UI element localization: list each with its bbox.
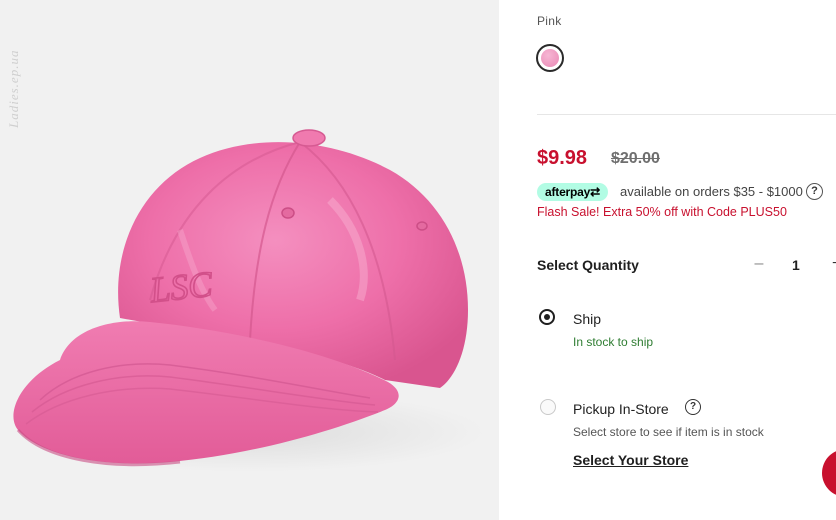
select-store-link[interactable]: Select Your Store: [573, 452, 688, 468]
cap-logo: LSC: [147, 264, 215, 310]
current-price: $9.98: [537, 147, 588, 169]
ship-stock-status: In stock to ship: [573, 335, 654, 349]
pickup-subtext: Select store to see if item is in stock: [573, 425, 764, 439]
chat-button[interactable]: [822, 449, 836, 497]
quantity-increase-button[interactable]: +: [832, 255, 836, 275]
ship-radio[interactable]: [539, 309, 555, 325]
afterpay-help-icon[interactable]: ?: [806, 183, 823, 200]
ship-label[interactable]: Ship: [573, 311, 601, 327]
quantity-label: Select Quantity: [537, 257, 639, 273]
product-info-panel: Pink $9.98 $20.00 afterpay⇄ available on…: [499, 0, 836, 520]
color-swatch-pink[interactable]: [536, 44, 564, 72]
product-image[interactable]: Ladies.ep.ua LSC: [0, 0, 499, 520]
afterpay-badge: afterpay⇄: [537, 183, 608, 201]
pickup-help-icon[interactable]: ?: [685, 399, 701, 415]
color-swatch-icon: [541, 49, 559, 67]
flash-sale-promo: Flash Sale! Extra 50% off with Code PLUS…: [537, 205, 787, 219]
pickup-radio[interactable]: [540, 399, 556, 415]
cap-eyelet: [416, 221, 428, 231]
cap-image: LSC: [13, 129, 485, 472]
pickup-label[interactable]: Pickup In-Store: [573, 401, 669, 417]
cap-eyelet: [281, 207, 295, 219]
divider: [537, 114, 836, 115]
quantity-value: 1: [792, 257, 800, 273]
original-price: $20.00: [611, 150, 660, 167]
afterpay-info: available on orders $35 - $1000: [620, 184, 803, 199]
color-name: Pink: [537, 14, 562, 28]
quantity-decrease-button[interactable]: –: [752, 255, 766, 275]
cap-button: [292, 129, 326, 147]
